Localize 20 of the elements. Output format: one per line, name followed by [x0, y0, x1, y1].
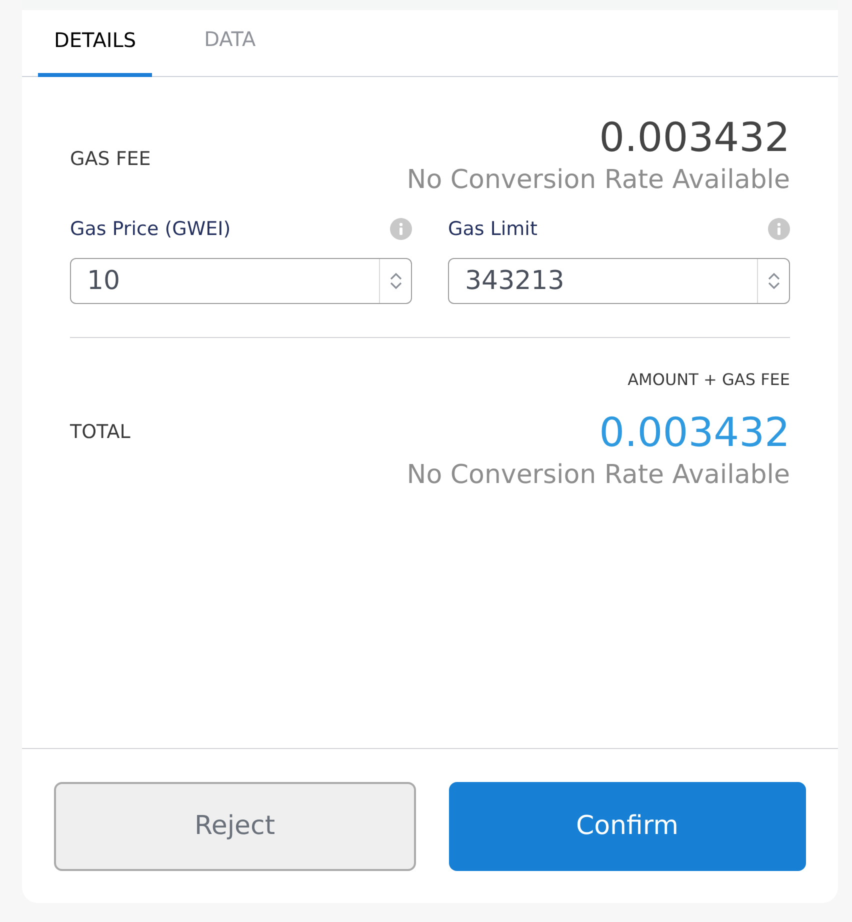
chevron-down-icon [768, 282, 780, 290]
gas-fee-label: GAS FEE [70, 147, 151, 172]
chevron-down-icon [390, 282, 402, 290]
number-input[interactable]: 10 [70, 258, 412, 304]
total-label: TOTAL [70, 420, 130, 444]
confirm-button[interactable]: Confirm [448, 782, 806, 871]
chevron-up-icon [390, 272, 402, 280]
field-label: Gas Price (GWEI) [70, 217, 231, 242]
field-label: Gas Limit [448, 217, 538, 242]
conversion-text: No Conversion Rate Available [406, 458, 790, 492]
number-input[interactable]: 343213 [448, 258, 790, 304]
info-icon [390, 218, 412, 240]
tab[interactable]: DETAILS [38, 25, 152, 77]
reject-button[interactable]: Reject [54, 782, 416, 871]
chevron-up-icon [768, 272, 780, 280]
gas-fee-amount: 0.003432 [599, 114, 790, 163]
conversion-text: No Conversion Rate Available [406, 164, 790, 197]
total-caption: AMOUNT + GAS FEE [628, 368, 790, 390]
info-icon [768, 218, 790, 240]
total-amount: 0.003432 [599, 408, 790, 458]
